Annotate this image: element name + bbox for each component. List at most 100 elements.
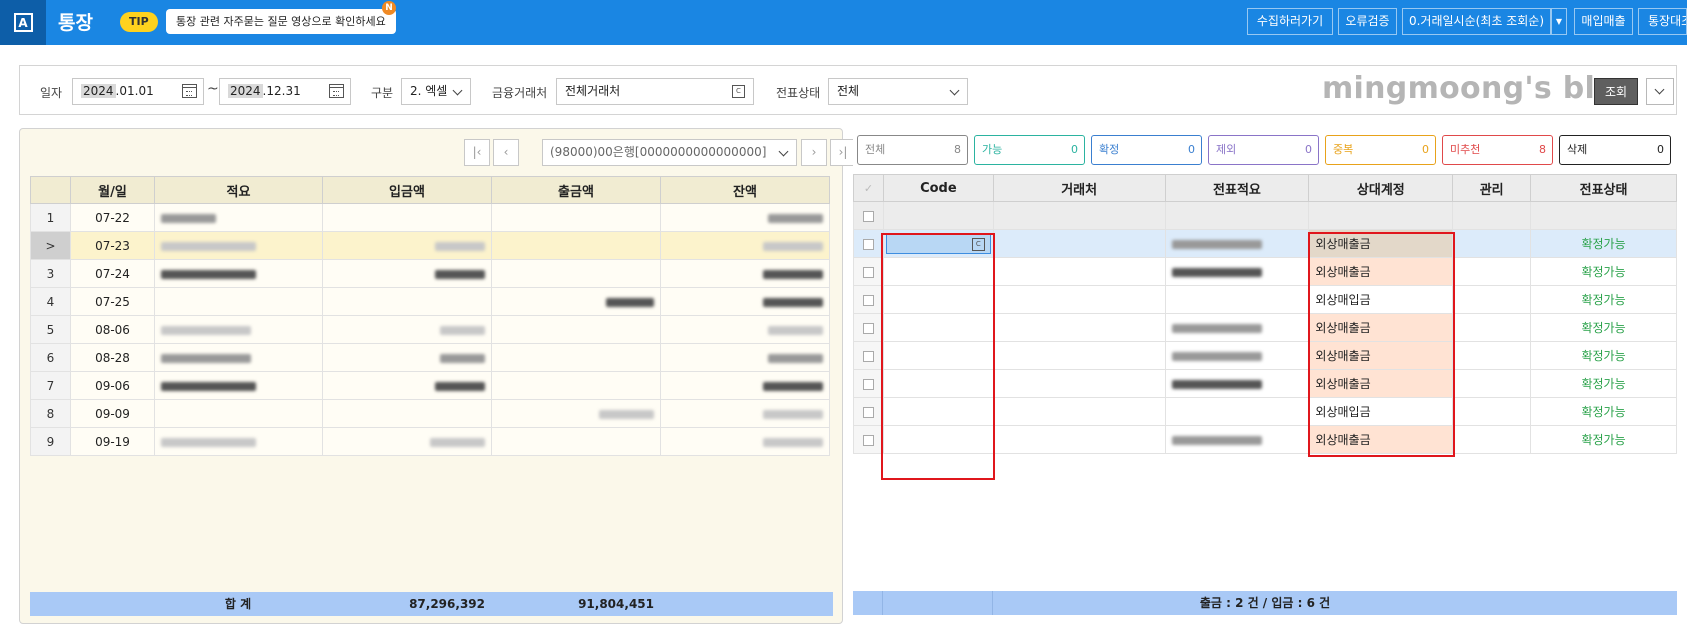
tip-badge[interactable]: TIP [120,12,158,32]
filter-cell[interactable] [992,201,1166,230]
filter-excluded[interactable]: 제외 0 [1208,135,1319,165]
checkbox[interactable] [862,294,874,306]
row-checkbox-cell[interactable] [853,285,884,314]
manage-cell[interactable] [1452,425,1532,454]
table-row[interactable]: 4 07-25 [30,287,830,316]
row-checkbox-cell[interactable] [853,341,884,370]
slip-memo-redacted[interactable] [1164,229,1310,258]
code-cell[interactable]: C [882,229,994,258]
manage-cell[interactable] [1452,285,1532,314]
code-cell[interactable] [882,257,994,286]
filter-confirmed[interactable]: 확정 0 [1091,135,1202,165]
table-row[interactable]: 외상매출금 확정가능 [853,425,1677,454]
checkbox[interactable] [862,350,874,362]
select-all-header[interactable]: ✓ [853,174,884,202]
partner-cell[interactable] [992,285,1166,314]
error-check-button[interactable]: 오류검증 [1338,8,1397,35]
manage-cell[interactable] [1452,229,1532,258]
counter-account-cell[interactable]: 외상매출금 [1308,313,1454,342]
calendar-icon[interactable] [329,84,344,98]
partner-cell[interactable] [992,229,1166,258]
counter-account-cell[interactable]: 외상매입금 [1308,285,1454,314]
sort-select[interactable]: 0.거래일시순(최초 조회순) [1402,8,1551,35]
column-header-partner[interactable]: 거래처 [992,174,1166,202]
table-row[interactable]: > 07-23 [30,231,830,260]
filter-cell[interactable] [1164,201,1310,230]
counter-account-cell[interactable]: 외상매출금 [1308,369,1454,398]
checkbox[interactable] [862,406,874,418]
counter-account-cell[interactable]: 외상매출금 [1308,257,1454,286]
slip-memo-redacted[interactable] [1164,397,1310,426]
column-header-memo[interactable]: 적요 [154,176,323,204]
counter-account-cell[interactable]: 외상매출금 [1308,425,1454,454]
column-header-slip-status[interactable]: 전표상태 [1530,174,1677,202]
slip-status-select[interactable]: 전체 [828,78,968,105]
checkbox[interactable] [862,210,874,222]
checkbox[interactable] [862,434,874,446]
manage-cell[interactable] [1452,257,1532,286]
partner-cell[interactable] [992,341,1166,370]
column-header-manage[interactable]: 관리 [1452,174,1532,202]
manage-cell[interactable] [1452,369,1532,398]
code-cell[interactable] [882,313,994,342]
table-row[interactable]: 1 07-22 [30,203,830,232]
partner-cell[interactable] [992,257,1166,286]
table-row[interactable]: C 외상매출금 확정가능 [853,229,1677,258]
calendar-icon[interactable] [182,84,197,98]
counter-account-cell[interactable]: 외상매출금 [1308,341,1454,370]
next-page-button[interactable]: › [801,139,827,166]
slip-memo-redacted[interactable] [1164,369,1310,398]
code-cell[interactable] [882,341,994,370]
slip-memo-redacted[interactable] [1164,257,1310,286]
filter-possible[interactable]: 가능 0 [974,135,1085,165]
checkbox[interactable] [862,266,874,278]
counter-account-cell[interactable]: 외상매입금 [1308,397,1454,426]
filter-row-checkbox-cell[interactable] [853,201,884,230]
table-row[interactable]: 외상매출금 확정가능 [853,341,1677,370]
column-header-deposit[interactable]: 입금액 [322,176,492,204]
checkbox[interactable] [862,238,874,250]
column-header-slip-memo[interactable]: 전표적요 [1164,174,1310,202]
column-header-balance[interactable]: 잔액 [660,176,830,204]
prev-page-button[interactable]: ‹ [493,139,519,166]
account-select[interactable]: (98000)00은행[0000000000000000] [542,139,797,166]
partner-cell[interactable] [992,313,1166,342]
filter-cell[interactable] [1530,201,1677,230]
filter-cell[interactable] [1308,201,1454,230]
filter-cell[interactable] [882,201,994,230]
app-logo[interactable]: A [0,0,46,45]
first-page-button[interactable]: |‹ [464,139,490,166]
query-button[interactable]: 조회 [1594,78,1638,105]
bank-compare-button[interactable]: 통장대조 [1638,8,1687,35]
date-from-field[interactable]: 2024.01.01 [72,78,204,105]
slip-memo-redacted[interactable] [1164,285,1310,314]
table-row[interactable]: 외상매입금 확정가능 [853,285,1677,314]
row-checkbox-cell[interactable] [853,369,884,398]
date-to-field[interactable]: 2024.12.31 [219,78,351,105]
table-row[interactable]: 3 07-24 [30,259,830,288]
table-row[interactable]: 6 08-28 [30,343,830,372]
slip-memo-redacted[interactable] [1164,425,1310,454]
table-row[interactable]: 5 08-06 [30,315,830,344]
collect-button[interactable]: 수집하러가기 [1247,8,1333,35]
table-row[interactable]: 8 09-09 [30,399,830,428]
slip-memo-redacted[interactable] [1164,341,1310,370]
filter-all[interactable]: 전체 8 [857,135,968,165]
table-row[interactable]: 9 09-19 [30,427,830,456]
manage-cell[interactable] [1452,397,1532,426]
lookup-icon[interactable]: C [732,85,745,98]
filter-deleted[interactable]: 삭제 0 [1559,135,1671,165]
sales-button[interactable]: 매입매출 [1574,8,1633,35]
expand-button[interactable] [1646,78,1674,105]
column-header-date[interactable]: 월/일 [70,176,155,204]
lookup-icon[interactable]: C [971,237,985,251]
row-checkbox-cell[interactable] [853,257,884,286]
partner-cell[interactable] [992,369,1166,398]
filter-cell[interactable] [1452,201,1532,230]
partner-cell[interactable] [992,397,1166,426]
column-header-withdraw[interactable]: 출금액 [491,176,661,204]
sort-dropdown-icon[interactable]: ▼ [1551,8,1567,35]
row-checkbox-cell[interactable] [853,313,884,342]
code-cell[interactable] [882,425,994,454]
table-row[interactable]: 7 09-06 [30,371,830,400]
